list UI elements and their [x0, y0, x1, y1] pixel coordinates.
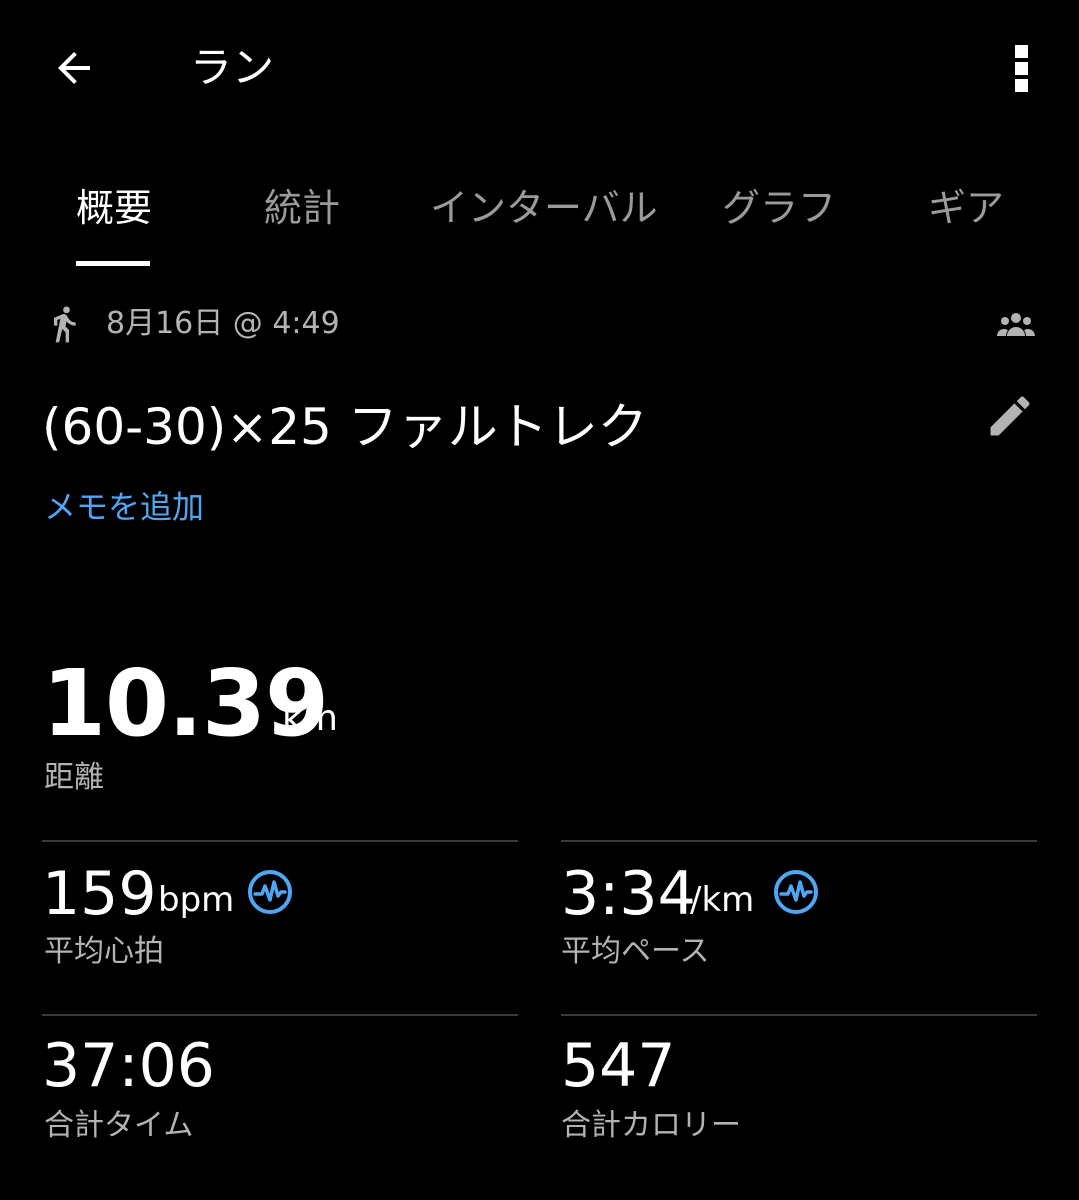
divider	[42, 1014, 518, 1016]
pencil-icon	[990, 396, 1030, 436]
page-title: ラン	[190, 43, 275, 92]
total-time-label: 合計タイム	[44, 1108, 194, 1143]
total-calories-value: 547	[561, 1031, 676, 1101]
tab-intervals[interactable]: インターバル	[430, 180, 658, 236]
total-calories-label: 合計カロリー	[561, 1108, 741, 1143]
tab-graphs[interactable]: グラフ	[722, 180, 836, 236]
edit-name-button[interactable]	[984, 390, 1036, 442]
tab-stats[interactable]: 統計	[264, 180, 340, 236]
tab-overview[interactable]: 概要	[76, 180, 152, 236]
distance-unit: km	[282, 698, 338, 739]
active-tab-indicator	[76, 261, 150, 266]
total-time-value: 37:06	[42, 1031, 215, 1101]
avg-pace-value: 3:34	[561, 859, 696, 929]
divider	[561, 840, 1037, 842]
distance-label: 距離	[44, 760, 104, 795]
arrow-left-icon	[58, 52, 90, 84]
avg-heart-rate-value: 159	[42, 859, 157, 929]
running-person-icon	[54, 306, 76, 343]
activity-date: 8月16日 @ 4:49	[106, 306, 340, 341]
group-icon[interactable]	[996, 310, 1036, 338]
tab-gear[interactable]: ギア	[928, 180, 1004, 236]
add-memo-link[interactable]: メモを追加	[44, 484, 204, 530]
more-vertical-icon	[1015, 45, 1028, 92]
avg-pace-label: 平均ペース	[561, 934, 710, 969]
avg-heart-rate-label: 平均心拍	[44, 934, 164, 969]
activity-name: (60-30)×25 ファルトレク	[42, 398, 648, 456]
more-options-button[interactable]	[996, 36, 1048, 100]
heart-wave-icon	[774, 870, 818, 914]
avg-heart-rate-unit: bpm	[158, 880, 235, 920]
back-button[interactable]	[40, 36, 108, 100]
heart-wave-icon	[248, 870, 292, 914]
avg-pace-unit: /km	[690, 880, 755, 920]
divider	[561, 1014, 1037, 1016]
divider	[42, 840, 518, 842]
